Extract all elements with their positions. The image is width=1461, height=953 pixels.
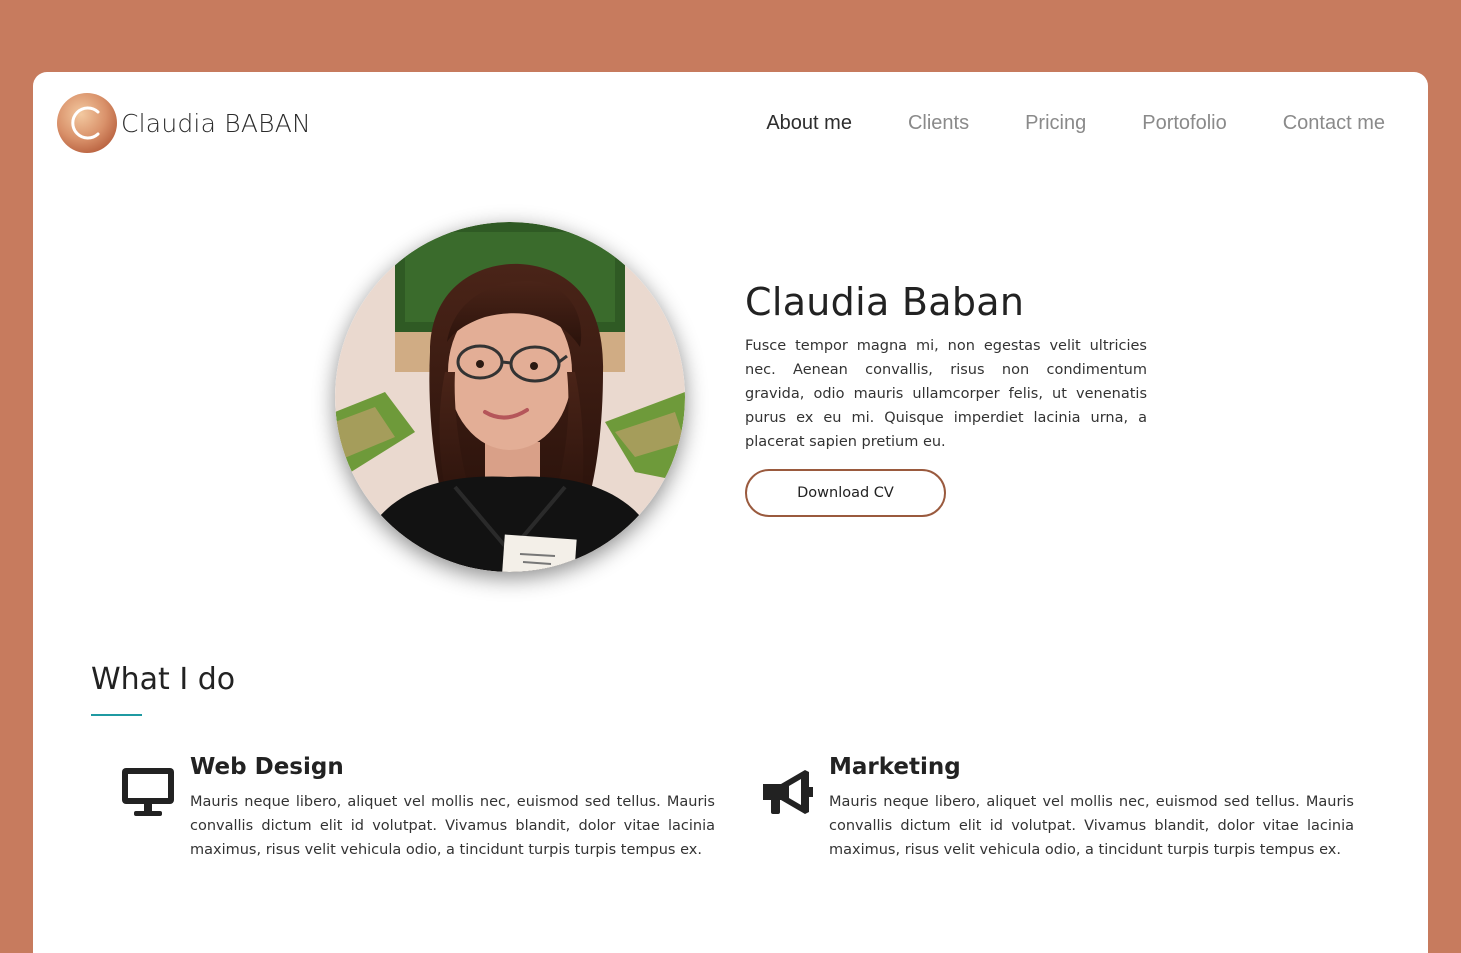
- section-underline: [91, 714, 142, 716]
- nav-pricing[interactable]: Pricing: [1025, 112, 1086, 135]
- desktop-icon: [120, 766, 176, 822]
- service-text: Mauris neque libero, aliquet vel mollis …: [190, 794, 715, 858]
- nav-clients[interactable]: Clients: [908, 112, 969, 135]
- service-title: Web Design: [190, 754, 344, 780]
- nav-about-me[interactable]: About me: [766, 112, 852, 135]
- hero-description: Fusce tempor magna mi, non egestas velit…: [745, 338, 1147, 450]
- profile-photo: [335, 222, 685, 572]
- section-title: What I do: [91, 662, 236, 697]
- logo-icon: [57, 93, 117, 153]
- page-card: Claudia BABAN About me Clients Pricing P…: [33, 72, 1428, 953]
- service-title: Marketing: [829, 754, 961, 780]
- megaphone-icon: [759, 766, 815, 822]
- logo-text: Claudia BABAN: [121, 108, 311, 138]
- nav-contact-me[interactable]: Contact me: [1283, 112, 1385, 135]
- download-cv-button[interactable]: Download CV: [745, 469, 946, 517]
- logo[interactable]: Claudia BABAN: [57, 93, 311, 153]
- nav-portofolio[interactable]: Portofolio: [1142, 112, 1227, 135]
- service-text: Mauris neque libero, aliquet vel mollis …: [829, 794, 1354, 858]
- hero-name: Claudia Baban: [745, 280, 1025, 324]
- main-nav: About me Clients Pricing Portofolio Cont…: [710, 112, 1385, 135]
